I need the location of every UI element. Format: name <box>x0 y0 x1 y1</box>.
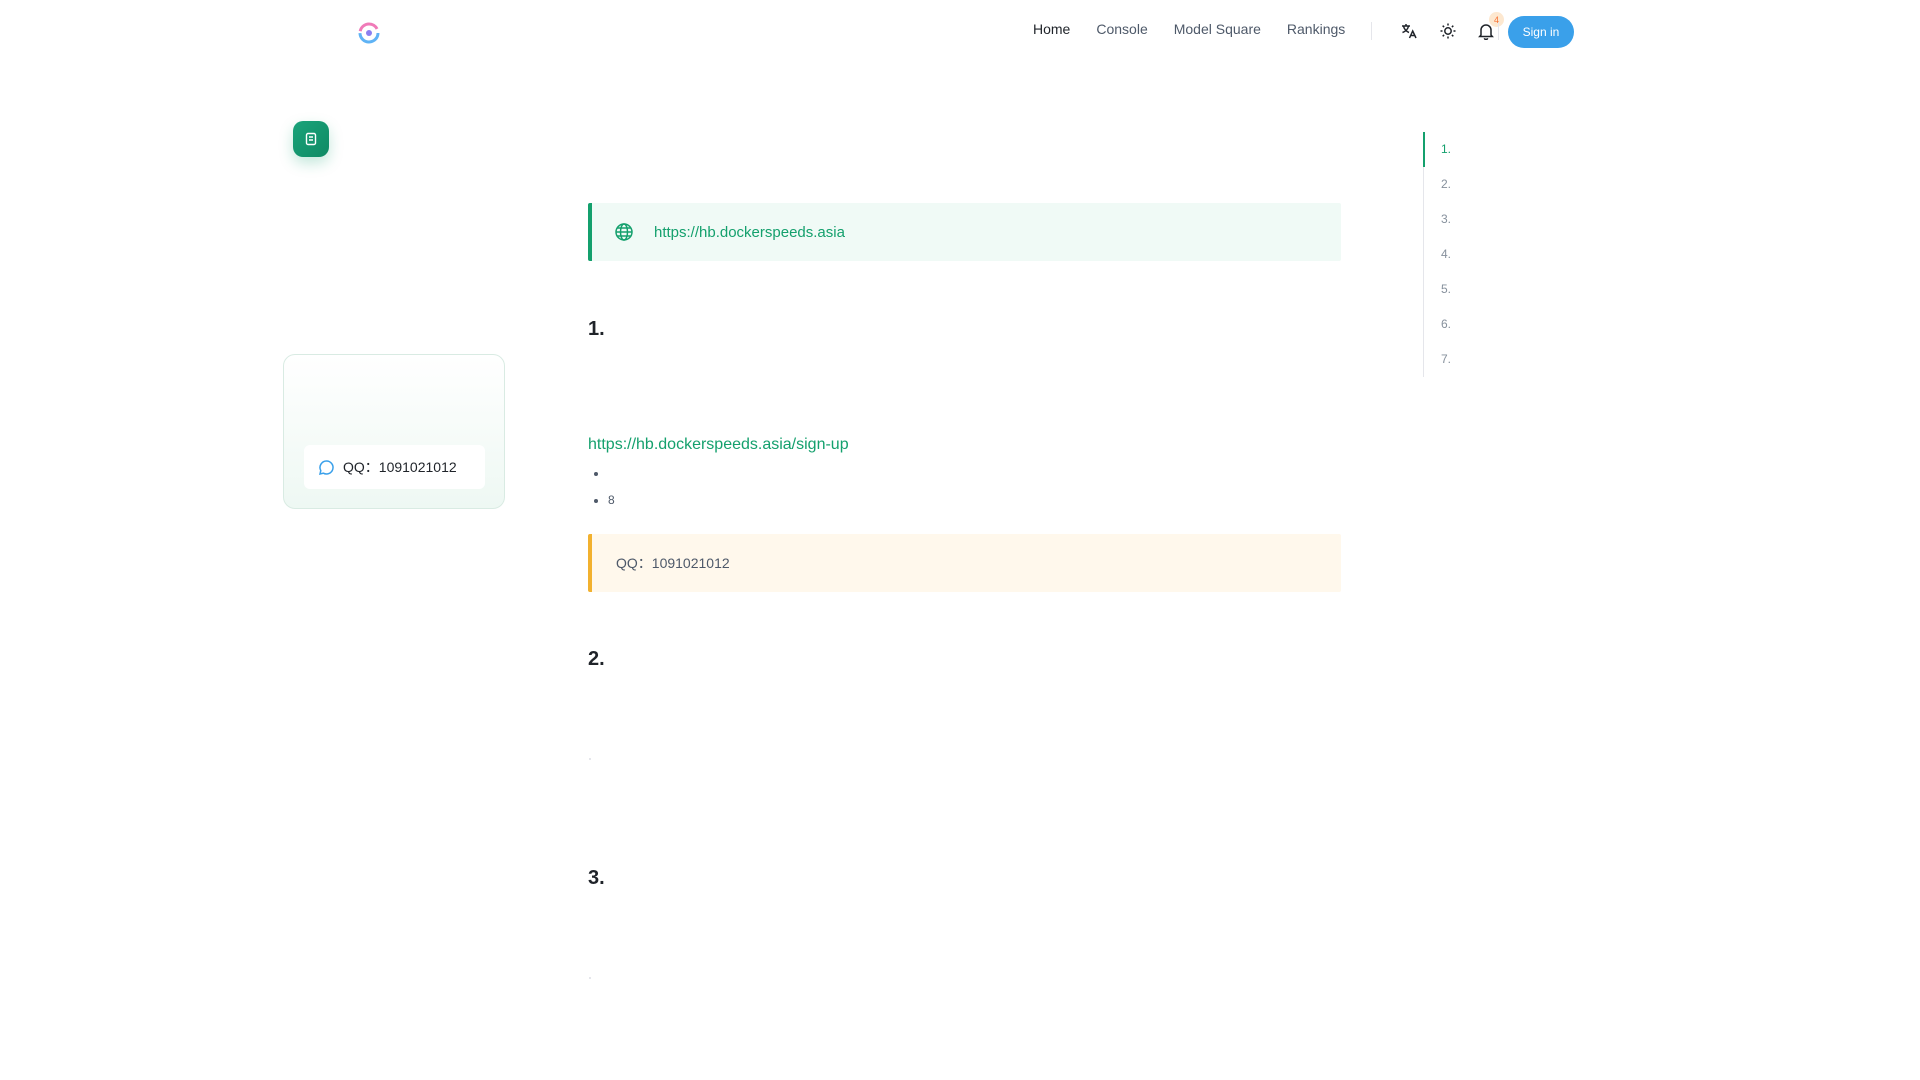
sign-in-button[interactable]: Sign in <box>1508 16 1574 48</box>
chat-bubble-icon <box>318 459 334 475</box>
globe-icon <box>615 223 633 241</box>
section-1-bullets: 8 <box>608 463 615 517</box>
section-heading-1: 1. <box>588 318 605 340</box>
image-placeholder <box>589 758 591 760</box>
section-heading-2: 2. <box>588 648 605 670</box>
nav-home[interactable]: Home <box>1033 21 1070 37</box>
image-placeholder <box>589 977 591 979</box>
brand-logo-icon <box>358 22 380 44</box>
toc-item-6[interactable]: 6. <box>1424 307 1573 342</box>
toc-item-5[interactable]: 5. <box>1424 272 1573 307</box>
toc-item-3[interactable]: 3. <box>1424 202 1573 237</box>
contact-qq-button[interactable]: QQ：1091021012 <box>304 445 485 489</box>
site-callout: https://hb.dockerspeeds.asia <box>588 203 1341 261</box>
notification-badge: 4 <box>1489 12 1504 27</box>
bullet-item: 8 <box>608 490 615 517</box>
toc-item-1[interactable]: 1. <box>1423 132 1573 167</box>
site-url-link[interactable]: https://hb.dockerspeeds.asia <box>654 224 845 241</box>
toc-item-4[interactable]: 4. <box>1424 237 1573 272</box>
bell-icon[interactable]: 4 <box>1475 12 1504 42</box>
doc-logo-icon <box>293 121 329 157</box>
nav-rankings[interactable]: Rankings <box>1287 21 1345 37</box>
warning-callout: QQ：1091021012 <box>588 534 1341 592</box>
bullet-item <box>608 463 615 490</box>
sidebar-header <box>293 121 341 157</box>
contact-qq-label: QQ：1091021012 <box>343 459 457 475</box>
main-nav: Home Console Model Square Rankings <box>1033 21 1345 37</box>
sun-icon[interactable] <box>1437 20 1459 42</box>
toc-item-7[interactable]: 7. <box>1424 342 1573 377</box>
top-header: Home Console Model Square Rankings 4 Sig… <box>0 0 1920 64</box>
warning-text: QQ：1091021012 <box>616 555 730 571</box>
nav-divider <box>1371 22 1372 40</box>
nav-console[interactable]: Console <box>1096 21 1147 37</box>
translate-icon[interactable] <box>1398 20 1420 42</box>
toolbar-divider <box>1498 22 1499 40</box>
signup-link[interactable]: https://hb.dockerspeeds.asia/sign-up <box>588 436 849 454</box>
table-of-contents: 1. 2. 3. 4. 5. 6. 7. <box>1423 132 1573 377</box>
nav-model-square[interactable]: Model Square <box>1174 21 1261 37</box>
toc-item-2[interactable]: 2. <box>1424 167 1573 202</box>
contact-card: QQ：1091021012 <box>283 354 505 509</box>
brand[interactable] <box>358 22 394 44</box>
section-heading-3: 3. <box>588 867 605 889</box>
